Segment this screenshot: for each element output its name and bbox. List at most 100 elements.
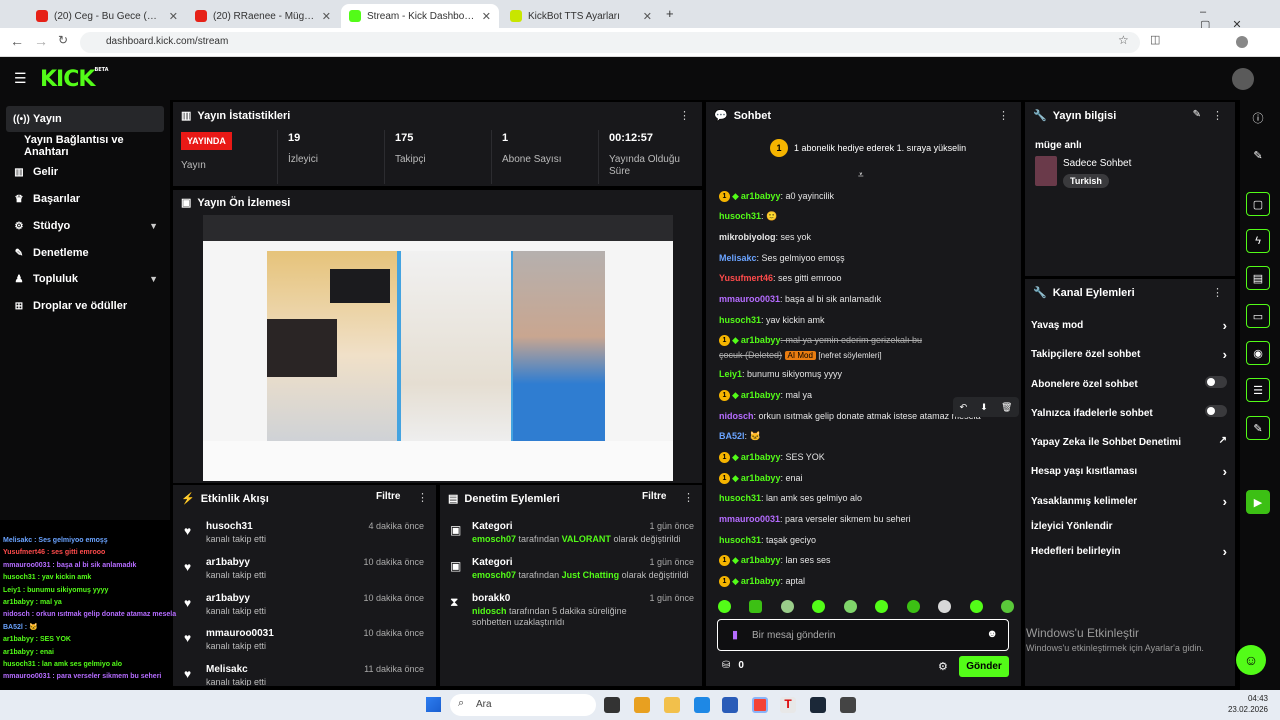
edit-icon[interactable]: ✎ (1246, 143, 1270, 167)
chrome-icon[interactable] (752, 697, 768, 713)
activity-menu-icon[interactable]: ⋮ (417, 491, 428, 504)
close-tab-icon[interactable]: ✕ (169, 10, 178, 23)
sidebar-item-denetleme[interactable]: ✎ Denetleme (6, 240, 164, 266)
chat-message[interactable]: husoch31: taşak geciyo (719, 534, 1014, 547)
back-icon[interactable]: ← (10, 33, 24, 49)
sidebar-item-stream-key[interactable]: Yayın Bağlantısı ve Anahtarı (6, 133, 164, 159)
taskbar-search[interactable]: ⌕ Ara (450, 694, 596, 716)
chat-username[interactable]: ar1babyy (741, 191, 781, 201)
channel-actions-menu-icon[interactable]: ⋮ (1212, 286, 1223, 299)
list-item[interactable]: ⧗ borakk0 nidosch tarafından 5 dakika sü… (450, 593, 694, 633)
action-set-goals[interactable]: Hedefleri belirleyin › (1031, 544, 1227, 559)
chat-username[interactable]: ar1babyy (741, 576, 781, 586)
taskbar-app-icon[interactable] (604, 697, 620, 713)
browser-tab-1[interactable]: (20) Ceg - Bu Gece (Official Vid ✕ (28, 4, 186, 28)
chat-message[interactable]: husoch31: lan amk ses gelmiyo alo (719, 492, 1014, 505)
chat-username[interactable]: husoch31 (719, 315, 761, 325)
chat-username[interactable]: BA52l (719, 431, 745, 441)
chat-icon[interactable]: ▭ (1246, 304, 1270, 328)
action-ai-moderation[interactable]: Yapay Zeka ile Sohbet Denetimi ↗ (1031, 435, 1227, 448)
list-item[interactable]: ♥ ar1babyy kanalı takip etti 10 dakika önce (184, 557, 434, 589)
sidebar-item-basarilar[interactable]: ♛ Başarılar (6, 186, 164, 212)
emote-icon[interactable] (843, 600, 857, 613)
gift-leaderboard-banner[interactable]: 1 1 abonelik hediye ederek 1. sıraya yük… (770, 139, 966, 157)
steam-icon[interactable] (810, 697, 826, 713)
chat-message[interactable]: husoch31: yav kickin amk (719, 314, 1014, 327)
chat-username[interactable]: husoch31 (719, 535, 761, 545)
chat-username[interactable]: Melisakc (719, 253, 757, 263)
list-item[interactable]: ▣ Kategori emosch07 tarafından Just Chat… (450, 557, 694, 589)
list-item[interactable]: ♥ Melisakc kanalı takip etti 11 dakika önce (184, 664, 434, 686)
support-chat-icon[interactable]: ☺ (1236, 645, 1266, 675)
wrench-icon[interactable]: ✎ (1246, 416, 1270, 440)
sidebar-item-topluluk[interactable]: ♟ Topluluk ▼ (6, 266, 164, 292)
chat-username[interactable]: mmauroo0031 (719, 294, 780, 304)
activity-filter-button[interactable]: Filtre (376, 491, 400, 502)
action-followers-only[interactable]: Takipçilere özel sohbet › (1031, 347, 1227, 362)
chat-message[interactable]: 1 ◆ ar1babyy: aptal (719, 575, 1014, 588)
close-tab-icon[interactable]: ✕ (322, 10, 331, 23)
sidebar-item-studyo[interactable]: ⚙ Stüdyo ▼ (6, 213, 164, 239)
emote-icon[interactable] (875, 600, 889, 613)
emote-icon[interactable] (718, 600, 731, 613)
chat-username[interactable]: ar1babyy (741, 390, 781, 400)
pin-collapse-icon[interactable]: ⩡ (858, 170, 864, 181)
chat-username[interactable]: ar1babyy (741, 473, 781, 483)
browser-tab-2[interactable]: (20) RRaenee - Müge Anlı İ ✕ (187, 4, 339, 28)
subscribers-only-toggle[interactable] (1205, 376, 1227, 388)
delete-icon[interactable]: 🗑 (1001, 402, 1012, 413)
taskbar-clock[interactable]: 04:43 23.02.2026 (1218, 693, 1268, 715)
emote-icon[interactable] (780, 600, 794, 613)
chat-input-box[interactable]: ▮ Bir mesaj gönderin ☻ (717, 619, 1009, 651)
chat-settings-gear-icon[interactable]: ⚙ (938, 660, 948, 673)
lightning-icon[interactable]: ϟ (1246, 229, 1270, 253)
list-icon[interactable]: ☰ (1246, 378, 1270, 402)
stream-preview[interactable] (203, 215, 673, 481)
chat-username[interactable]: Leiy1 (719, 369, 742, 379)
kick-logo[interactable]: KICKBETA (40, 67, 109, 92)
chat-message[interactable]: 1 ◆ ar1babyy: lan ses ses (719, 554, 1014, 567)
stats-icon[interactable]: ▤ (1246, 266, 1270, 290)
browser-tab-4[interactable]: KickBot TTS Ayarları ✕ (502, 4, 660, 28)
chat-message[interactable]: mikrobiyolog: ses yok (719, 231, 1014, 244)
bookmark-star-icon[interactable]: ☆ (1118, 33, 1129, 47)
emoji-icon[interactable]: ☻ (986, 628, 998, 640)
list-item[interactable]: ♥ ar1babyy kanalı takip etti 10 dakika önce (184, 593, 434, 625)
stream-info-menu-icon[interactable]: ⋮ (1212, 109, 1223, 122)
chat-message[interactable]: 1 ◆ ar1babyy: a0 yayincilik (719, 190, 1014, 203)
chat-username[interactable]: mikrobiyolog (719, 232, 776, 242)
sidebar-item-droplar[interactable]: ⊞ Droplar ve ödüller (6, 293, 164, 319)
broadcast-icon[interactable]: ◉ (1246, 341, 1270, 365)
chat-username[interactable]: nidosch (719, 411, 754, 421)
reload-icon[interactable]: ↻ (58, 33, 68, 47)
chat-message[interactable]: çocuk (Deleted) AI Mod [nefret söylemler… (719, 349, 1014, 362)
chat-menu-icon[interactable]: ⋮ (998, 109, 1009, 122)
action-banned-words[interactable]: Yasaklanmış kelimeler › (1031, 494, 1227, 509)
chat-message[interactable]: Leiy1: bunumu sikiyomuş yyyy (719, 368, 1014, 381)
browser-tab-3-active[interactable]: Stream - Kick Dashboard ✕ (341, 4, 499, 28)
edge-icon[interactable] (694, 697, 710, 713)
taskbar-app-icon[interactable] (634, 697, 650, 713)
moderation-filter-button[interactable]: Filtre (642, 491, 666, 502)
edit-pencil-icon[interactable]: ✎ (1193, 109, 1201, 120)
emote-only-toggle[interactable] (1205, 405, 1227, 417)
moderation-menu-icon[interactable]: ⋮ (683, 491, 694, 504)
screen-icon[interactable]: ▢ (1246, 192, 1270, 216)
forward-icon[interactable]: → (34, 33, 48, 49)
close-tab-icon[interactable]: ✕ (482, 10, 491, 23)
send-button[interactable]: Gönder (959, 656, 1009, 677)
file-explorer-icon[interactable] (664, 697, 680, 713)
emote-icon[interactable] (812, 600, 826, 613)
chat-username[interactable]: ar1babyy (741, 335, 781, 345)
emote-icon[interactable] (906, 600, 920, 613)
chat-username[interactable]: Yusufmert46 (719, 273, 773, 283)
chat-message[interactable]: husoch31: 🙂 (719, 210, 1014, 223)
undo-icon[interactable]: ↶ (960, 402, 968, 413)
sidebar-item-gelir[interactable]: ▥ Gelir (6, 159, 164, 185)
chat-message[interactable]: 1 ◆ ar1babyy: SES YOK (719, 451, 1014, 464)
action-subscribers-only[interactable]: Abonelere özel sohbet (1031, 376, 1227, 390)
kick-app-icon[interactable]: ▶ (1246, 490, 1270, 514)
typora-icon[interactable]: T (780, 697, 796, 713)
action-emote-only[interactable]: Yalnızca ifadelerle sohbet (1031, 405, 1227, 419)
chat-username[interactable]: mmauroo0031 (719, 514, 780, 524)
